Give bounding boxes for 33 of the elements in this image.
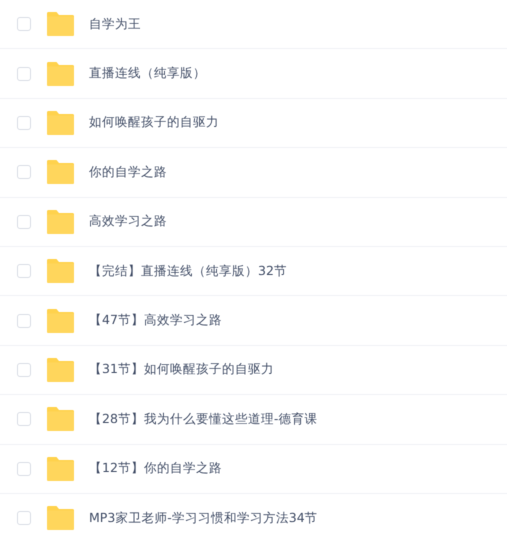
folder-name[interactable]: 你的自学之路	[89, 164, 167, 181]
checkbox[interactable]	[17, 165, 31, 180]
folder-name[interactable]: 直播连线（纯享版）	[89, 65, 206, 82]
folder-icon	[46, 308, 74, 333]
checkbox[interactable]	[17, 314, 31, 328]
folder-name[interactable]: 【28节】我为什么要懂这些道理-德育课	[89, 410, 318, 428]
folder-name[interactable]: 【47节】高效学习之路	[89, 312, 222, 330]
checkbox[interactable]	[17, 462, 31, 476]
folder-icon	[46, 110, 74, 135]
folder-name[interactable]: 【完结】直播连线（纯享版）32节	[89, 262, 287, 280]
checkbox[interactable]	[17, 17, 31, 32]
checkbox[interactable]	[17, 362, 31, 377]
folder-name[interactable]: 高效学习之路	[89, 213, 167, 230]
folder-icon	[46, 160, 74, 184]
folder-name[interactable]: 自学为王	[89, 16, 141, 33]
checkbox[interactable]	[17, 511, 31, 526]
folder-name[interactable]: 【12节】你的自学之路	[89, 460, 222, 478]
folder-icon	[46, 259, 74, 284]
checkbox[interactable]	[17, 214, 31, 229]
folder-icon	[46, 358, 74, 382]
folder-name[interactable]: 如何唤醒孩子的自驱力	[89, 114, 219, 132]
checkbox[interactable]	[17, 412, 31, 426]
checkbox[interactable]	[17, 66, 31, 81]
checkbox[interactable]	[17, 264, 31, 278]
folder-icon	[46, 407, 74, 432]
folder-icon	[46, 210, 74, 234]
folder-icon	[46, 506, 74, 530]
folder-icon	[46, 62, 74, 86]
folder-name[interactable]: 【31节】如何唤醒孩子的自驱力	[89, 361, 274, 378]
folder-icon	[46, 456, 74, 481]
folder-name[interactable]: MP3家卫老师-学习习惯和学习方法34节	[89, 510, 318, 527]
folder-icon	[46, 12, 74, 36]
checkbox[interactable]	[17, 116, 31, 130]
